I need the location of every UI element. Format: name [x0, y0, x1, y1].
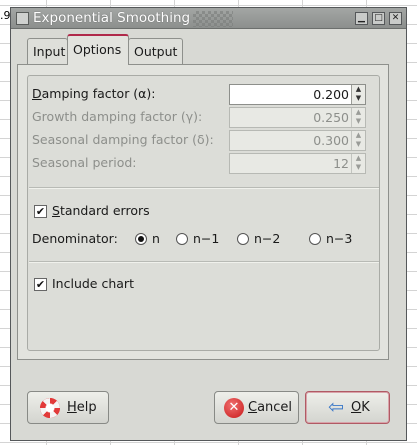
enter-arrow-icon: ⇦ — [328, 396, 344, 418]
cancel-button-label: Cancel — [248, 400, 293, 415]
seasonal-spin-arrows-icon: ▲ ▼ — [351, 131, 365, 150]
tab-options[interactable]: Options — [67, 34, 129, 65]
standard-errors-checkbox[interactable]: ✔ — [34, 205, 47, 218]
lifebuoy-icon — [40, 398, 60, 418]
denominator-option-n-3[interactable]: n−3 — [326, 231, 352, 246]
growth-damping-spinner: 0.250 ▲ ▼ — [229, 107, 366, 128]
damping-factor-value[interactable]: 0.200 — [313, 87, 349, 102]
growth-damping-value: 0.250 — [313, 110, 349, 125]
denominator-label: Denominator: — [32, 231, 118, 246]
denominator-radio-n-3[interactable] — [309, 233, 321, 245]
seasonal-damping-spinner: 0.300 ▲ ▼ — [229, 130, 366, 151]
window-title: Exponential Smoothing — [33, 10, 191, 26]
help-button[interactable]: Help — [27, 391, 109, 424]
growth-damping-label: Growth damping factor (γ): — [32, 109, 203, 124]
maximize-button[interactable]: □ — [372, 12, 385, 25]
options-panel: Damping factor (α): 0.200 ▲ ▼ Growth damp… — [17, 64, 389, 360]
growth-spin-arrows-icon: ▲ ▼ — [351, 108, 365, 127]
seasonal-period-spinner: 12 ▲ ▼ — [229, 153, 366, 174]
tab-input-label: Input — [33, 44, 66, 59]
denominator-radio-n-1[interactable] — [176, 233, 188, 245]
ok-button[interactable]: ⇦ OK — [305, 391, 390, 424]
seasonal-period-label: Seasonal period: — [32, 155, 137, 170]
cancel-button[interactable]: ✕ Cancel — [214, 391, 299, 424]
denominator-radio-n-2[interactable] — [237, 233, 249, 245]
separator — [29, 261, 379, 263]
seasonal-damping-value: 0.300 — [313, 133, 349, 148]
spreadsheet-cell-text: .9 — [0, 9, 11, 22]
denominator-radio-n[interactable] — [135, 233, 147, 245]
title-bar[interactable]: Exponential Smoothing ▁ □ ✕ — [11, 8, 406, 29]
include-chart-checkbox[interactable]: ✔ — [34, 278, 47, 291]
tab-input[interactable]: Input — [27, 38, 68, 64]
seasonal-damping-label: Seasonal damping factor (δ): — [32, 132, 214, 147]
damping-spin-arrows-icon[interactable]: ▲ ▼ — [351, 85, 365, 104]
denominator-option-n[interactable]: n — [152, 231, 160, 246]
cancel-circle-icon: ✕ — [224, 398, 244, 418]
window-menu-icon[interactable] — [16, 12, 29, 25]
minimize-button[interactable]: ▁ — [355, 12, 368, 25]
denominator-option-n-1[interactable]: n−1 — [193, 231, 219, 246]
seasonal-period-value: 12 — [333, 156, 349, 171]
damping-factor-label: Damping factor (α): — [32, 86, 156, 101]
help-button-label: Help — [67, 400, 97, 415]
title-grip-pattern — [193, 11, 233, 27]
standard-errors-label[interactable]: Standard errors — [52, 203, 150, 218]
ok-button-label: OK — [351, 400, 370, 415]
options-frame: Damping factor (α): 0.200 ▲ ▼ Growth damp… — [27, 75, 380, 351]
separator — [29, 187, 379, 189]
denominator-option-n-2[interactable]: n−2 — [254, 231, 280, 246]
close-button[interactable]: ✕ — [389, 12, 402, 25]
tab-options-label: Options — [73, 42, 122, 57]
tab-output-label: Output — [134, 44, 178, 59]
include-chart-label[interactable]: Include chart — [52, 276, 134, 291]
period-spin-arrows-icon: ▲ ▼ — [351, 154, 365, 173]
damping-factor-spinner[interactable]: 0.200 ▲ ▼ — [229, 84, 366, 105]
tab-output[interactable]: Output — [128, 38, 183, 64]
